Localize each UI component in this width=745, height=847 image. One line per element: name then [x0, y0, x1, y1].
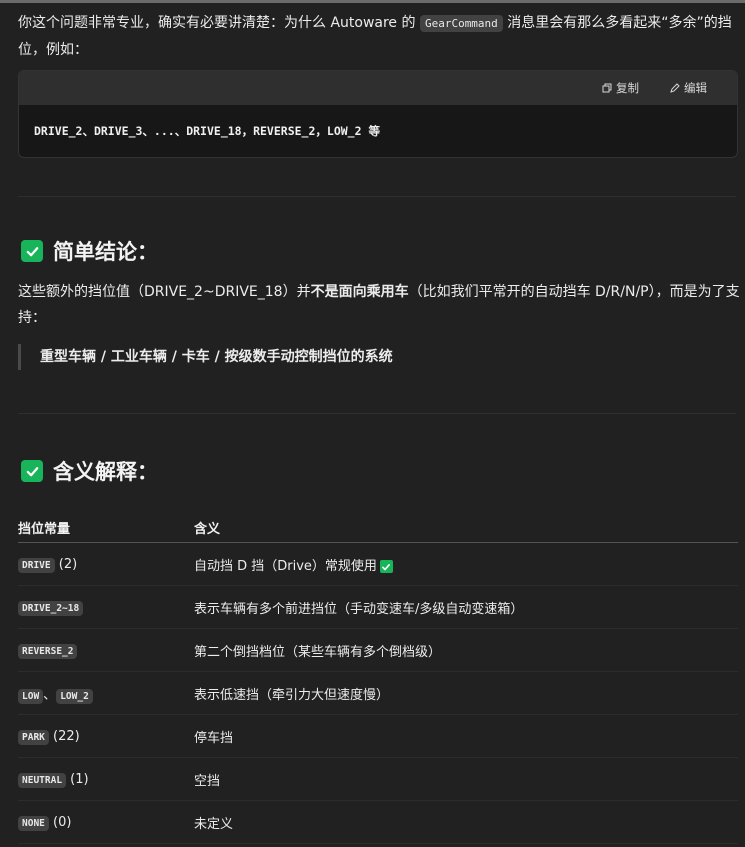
meaning-cell: 空挡: [194, 757, 738, 801]
blockquote: 重型车辆 / 工业车辆 / 卡车 / 按级数手动控制挡位的系统: [18, 344, 393, 370]
separator: 、: [43, 687, 57, 703]
gear-code: NONE: [18, 815, 49, 831]
gear-code: DRIVE_2~18: [18, 600, 84, 616]
edit-label: 编辑: [684, 81, 707, 95]
gear-constant-cell: NONE (0): [18, 800, 194, 844]
code-block: 复制 编辑 DRIVE_2、DRIVE_3、...、DRIVE_18，REVER…: [18, 70, 738, 158]
table-header-row: 挡位常量 含义: [18, 512, 738, 543]
gear-code: DRIVE: [18, 557, 55, 573]
gear-value: (2): [54, 556, 78, 572]
copy-icon: [602, 83, 612, 93]
gear-constant-cell: NEUTRAL (1): [18, 757, 194, 801]
gear-constant-cell: PARK (22): [18, 714, 194, 758]
gear-value: (0): [48, 814, 72, 830]
gear-constant-cell: DRIVE (2): [18, 542, 194, 586]
gear-constant-cell: LOW、 LOW_2: [18, 671, 194, 715]
divider: [18, 413, 736, 414]
code-content: DRIVE_2、DRIVE_3、...、DRIVE_18，REVERSE_2，L…: [34, 124, 380, 138]
gear-table: 挡位常量 含义 DRIVE (2) 自动挡 D 挡（Drive）常规使用 DRIVE…: [18, 512, 738, 844]
section-heading-conclusion: 简单结论：: [21, 236, 158, 266]
gear-code: REVERSE_2: [18, 643, 78, 659]
table-row: PARK (22) 停车挡: [18, 714, 738, 758]
copy-button[interactable]: 复制: [602, 71, 639, 105]
meaning-text: 空挡: [194, 773, 221, 789]
table-row: REVERSE_2 第二个倒挡档位（某些车辆有多个倒档级）: [18, 628, 738, 672]
gear-code: NEUTRAL: [18, 772, 67, 788]
divider: [18, 196, 736, 197]
check-icon: [21, 460, 43, 482]
check-icon: [379, 560, 393, 573]
section-heading-meaning: 含义解释：: [21, 456, 158, 486]
table-row: DRIVE (2) 自动挡 D 挡（Drive）常规使用: [18, 542, 738, 586]
column-header: 挡位常量: [18, 512, 194, 543]
heading-text: 含义解释：: [53, 460, 158, 484]
gear-value: (1): [66, 771, 89, 787]
copy-label: 复制: [616, 81, 639, 95]
column-header: 含义: [194, 512, 738, 543]
gear-code: LOW: [18, 688, 44, 704]
edit-icon: [670, 83, 680, 93]
gear-code: PARK: [18, 729, 49, 745]
meaning-cell: 未定义: [194, 800, 738, 844]
meaning-text: 停车挡: [194, 730, 234, 746]
code-block-toolbar: 复制 编辑: [19, 71, 737, 105]
heading-text: 简单结论：: [53, 240, 158, 264]
meaning-text: 表示车辆有多个前进挡位（手动变速车/多级自动变速箱）: [194, 601, 524, 617]
meaning-text: 自动挡 D 挡（Drive）常规使用: [194, 558, 377, 574]
gear-value: (22): [48, 728, 80, 744]
edit-button[interactable]: 编辑: [670, 71, 707, 105]
meaning-text: 未定义: [194, 816, 234, 832]
gear-constant-cell: REVERSE_2: [18, 628, 194, 672]
inline-code: GearCommand: [419, 15, 503, 32]
meaning-cell: 停车挡: [194, 714, 738, 758]
table-row: NONE (0) 未定义: [18, 800, 738, 844]
intro-paragraph: 你这个问题非常专业，确实有必要讲清楚：为什么 Autoware 的 GearCo…: [18, 10, 733, 63]
meaning-cell: 表示低速挡（牵引力大但速度慢）: [194, 671, 738, 715]
gear-code: LOW_2: [56, 688, 93, 704]
conclusion-paragraph: 这些额外的挡位值（DRIVE_2~DRIVE_18）并不是面向乘用车（比如我们平…: [18, 279, 740, 331]
meaning-cell: 自动挡 D 挡（Drive）常规使用: [194, 542, 738, 586]
gear-constant-cell: DRIVE_2~18: [18, 585, 194, 629]
meaning-text: 第二个倒挡档位（某些车辆有多个倒档级）: [194, 644, 442, 660]
meaning-text: 表示低速挡（牵引力大但速度慢）: [194, 687, 390, 703]
intro-text: 你这个问题非常专业，确实有必要讲清楚：为什么 Autoware 的: [18, 15, 420, 31]
table-row: DRIVE_2~18 表示车辆有多个前进挡位（手动变速车/多级自动变速箱）: [18, 585, 738, 629]
check-icon: [21, 240, 43, 262]
table-row: LOW、 LOW_2 表示低速挡（牵引力大但速度慢）: [18, 671, 738, 715]
para-text: 这些额外的挡位值（DRIVE_2~DRIVE_18）并: [18, 284, 311, 300]
table-row: NEUTRAL (1) 空挡: [18, 757, 738, 801]
top-divider: [0, 0, 745, 3]
para-bold: 不是面向乘用车: [310, 284, 409, 300]
meaning-cell: 第二个倒挡档位（某些车辆有多个倒档级）: [194, 628, 738, 672]
meaning-cell: 表示车辆有多个前进挡位（手动变速车/多级自动变速箱）: [194, 585, 738, 629]
